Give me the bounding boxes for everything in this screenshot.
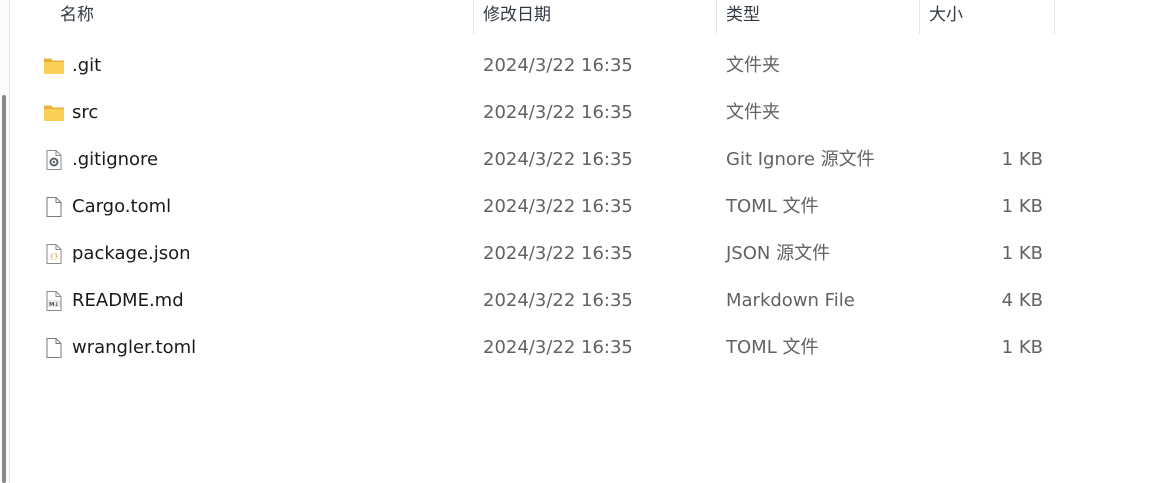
column-divider[interactable] [919, 0, 920, 34]
file-date: 2024/3/22 16:35 [483, 337, 633, 358]
file-size [960, 89, 1043, 136]
svg-text:{}: {} [50, 253, 58, 261]
file-row[interactable]: src 2024/3/22 16:35 文件夹 [10, 89, 1152, 136]
sort-indicator-icon: ⌃ [260, 0, 270, 6]
column-header-date[interactable]: 修改日期 [483, 0, 551, 34]
file-size: 1 KB [1001, 243, 1043, 264]
file-name: .gitignore [72, 149, 159, 170]
settings-file-icon [43, 149, 65, 171]
file-type: Markdown File [726, 290, 855, 311]
markdown-file-icon: M↓ [43, 290, 65, 312]
file-name: .git [72, 55, 102, 76]
svg-text:M↓: M↓ [49, 301, 59, 308]
file-date: 2024/3/22 16:35 [483, 149, 633, 170]
file-type: JSON 源文件 [726, 243, 831, 264]
left-pane-edge [0, 0, 10, 483]
column-header-size[interactable]: 大小 [929, 0, 963, 34]
json-file-icon: {} [43, 243, 65, 265]
file-type: Git Ignore 源文件 [726, 149, 875, 170]
file-row[interactable]: {} package.json 2024/3/22 16:35 JSON 源文件… [10, 230, 1152, 277]
file-size: 1 KB [1001, 196, 1043, 217]
file-name: README.md [72, 290, 184, 311]
file-date: 2024/3/22 16:35 [483, 196, 633, 217]
file-row[interactable]: .git 2024/3/22 16:35 文件夹 [10, 42, 1152, 89]
file-date: 2024/3/22 16:35 [483, 55, 633, 76]
file-name: package.json [72, 243, 191, 264]
file-type: TOML 文件 [726, 337, 819, 358]
file-row[interactable]: .gitignore 2024/3/22 16:35 Git Ignore 源文… [10, 136, 1152, 183]
file-type: TOML 文件 [726, 196, 819, 217]
file-row[interactable]: wrangler.toml 2024/3/22 16:35 TOML 文件 1 … [10, 324, 1152, 371]
folder-icon [43, 55, 65, 77]
blank-file-icon [43, 196, 65, 218]
file-date: 2024/3/22 16:35 [483, 102, 633, 123]
file-name: wrangler.toml [72, 337, 197, 358]
column-header-name[interactable]: 名称 [60, 0, 94, 34]
file-size: 1 KB [1001, 337, 1043, 358]
blank-file-icon [43, 337, 65, 359]
column-header-bar: 名称 ⌃ 修改日期 类型 大小 [10, 0, 1152, 34]
file-size: 1 KB [1001, 149, 1043, 170]
folder-icon [43, 102, 65, 124]
column-divider[interactable] [1054, 0, 1055, 34]
file-name: Cargo.toml [72, 196, 172, 217]
file-name: src [72, 102, 99, 123]
column-divider[interactable] [716, 0, 717, 34]
column-header-type[interactable]: 类型 [726, 0, 760, 34]
left-scrollbar-thumb[interactable] [2, 95, 6, 483]
file-size: 4 KB [1001, 290, 1043, 311]
column-divider[interactable] [473, 0, 474, 34]
file-size [960, 42, 1043, 89]
file-row[interactable]: Cargo.toml 2024/3/22 16:35 TOML 文件 1 KB [10, 183, 1152, 230]
file-type: 文件夹 [726, 55, 780, 76]
file-row[interactable]: M↓ README.md 2024/3/22 16:35 Markdown Fi… [10, 277, 1152, 324]
file-type: 文件夹 [726, 102, 780, 123]
file-date: 2024/3/22 16:35 [483, 290, 633, 311]
file-date: 2024/3/22 16:35 [483, 243, 633, 264]
